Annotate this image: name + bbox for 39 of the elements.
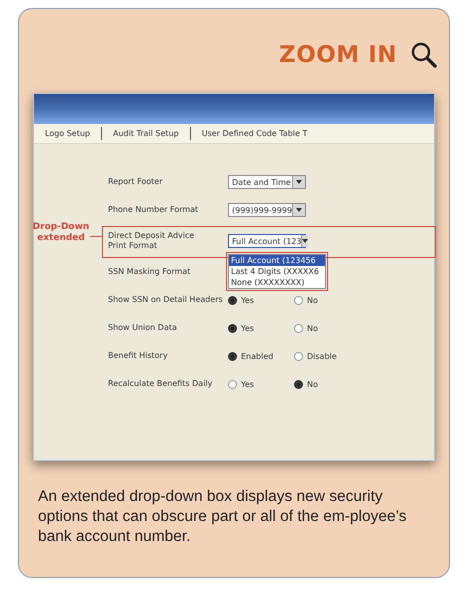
field-label: SSN Masking Format: [108, 267, 192, 277]
dropdown-option[interactable]: Full Account (123456: [229, 255, 325, 266]
field-label: Phone Number Format: [108, 205, 200, 215]
radio-label: Disable: [307, 352, 337, 360]
dropdown-select[interactable]: Date and Time: [228, 175, 306, 189]
radio-option[interactable]: Yes: [228, 380, 294, 388]
field-label: Benefit History: [108, 351, 169, 361]
tab[interactable]: Audit Trail Setup: [102, 127, 191, 140]
annotation-label: Drop-Down extended: [32, 222, 90, 244]
field-label: Show SSN on Detail Headers: [108, 295, 224, 305]
caret-icon: [292, 176, 305, 188]
radio-option[interactable]: No: [294, 296, 360, 304]
dropdown-select[interactable]: (999)999-9999: [228, 203, 306, 217]
magnifier-icon: [411, 42, 437, 68]
radio-option[interactable]: Yes: [228, 296, 294, 304]
leader-line: [90, 236, 102, 237]
radio-label: No: [307, 296, 318, 304]
radio-label: No: [307, 324, 318, 332]
radio-label: Enabled: [241, 352, 274, 360]
tab[interactable]: Logo Setup: [34, 127, 102, 140]
caption-text: An extended drop-down box displays new security options that can obscure part or all of the em-ployee’s bank account number.: [38, 487, 408, 547]
radio-option[interactable]: Enabled: [228, 352, 294, 360]
radio-option[interactable]: No: [294, 324, 360, 332]
field-label: Report Footer: [108, 177, 164, 187]
radio-option[interactable]: No: [294, 380, 360, 388]
radio-label: No: [307, 380, 318, 388]
radio-label: Yes: [241, 296, 254, 304]
radio-label: Yes: [241, 324, 254, 332]
dropdown-select[interactable]: Full Account (123: [228, 234, 306, 248]
radio-option[interactable]: Disable: [294, 352, 360, 360]
tab[interactable]: User Defined Code Table T: [190, 127, 318, 140]
radio-label: Yes: [241, 380, 254, 388]
field-label: Direct Deposit Advice Print Format: [108, 231, 196, 251]
field-label: Show Union Data: [108, 323, 178, 333]
caret-icon: [301, 235, 308, 247]
callout-title: ZOOM IN: [279, 42, 397, 68]
field-label: Recalculate Benefits Daily: [108, 379, 214, 389]
radio-option[interactable]: Yes: [228, 324, 294, 332]
caret-icon: [292, 204, 305, 216]
